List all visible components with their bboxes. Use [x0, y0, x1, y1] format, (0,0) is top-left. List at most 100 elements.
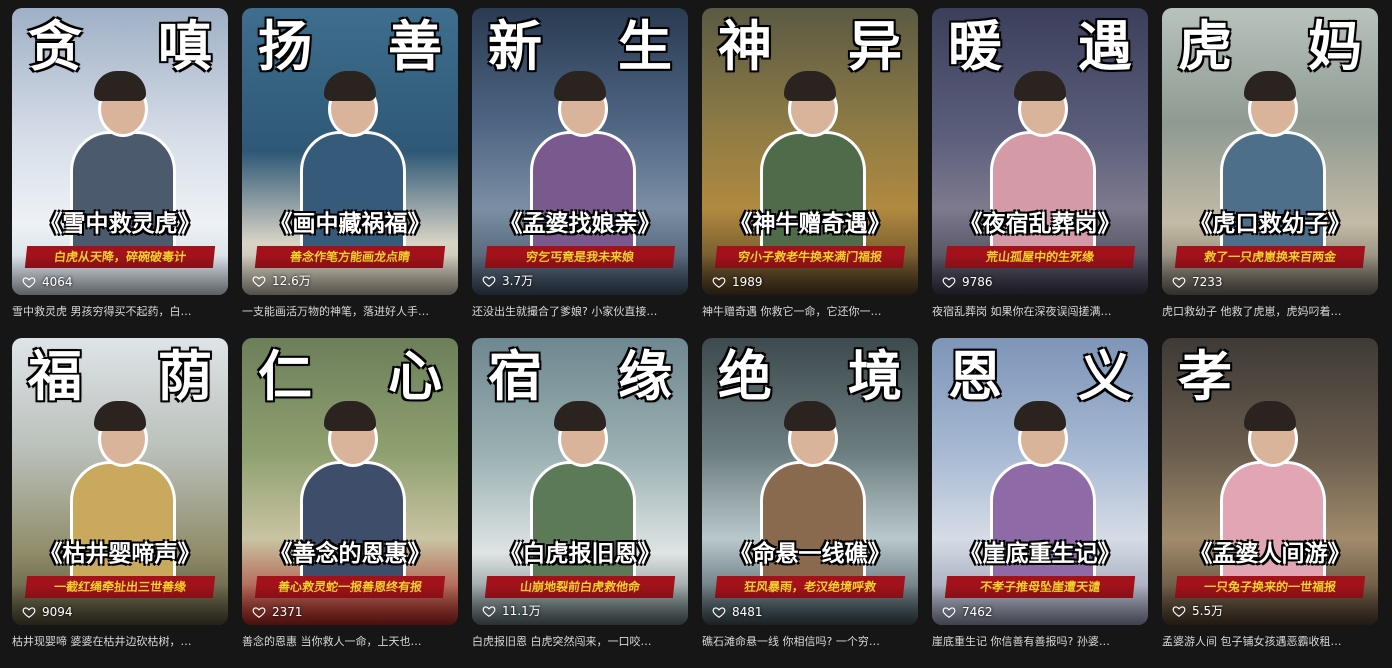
video-thumbnail[interactable]: 孝 《孟婆人间游》 一只兔子换来的一世福报 5.5万: [1162, 338, 1378, 625]
like-count-value: 1989: [732, 275, 763, 289]
video-thumbnail[interactable]: 虎 妈 《虎口救幼子》 救了一只虎崽换来百两金 7233: [1162, 8, 1378, 295]
big-char-left: 暖: [948, 14, 1002, 78]
video-description[interactable]: 善念的恩惠 当你救人一命，上天也…: [242, 634, 458, 650]
big-char-right: 遇: [1078, 14, 1132, 78]
like-count: 1989: [712, 275, 763, 289]
video-thumbnail[interactable]: 神 异 《神牛赠奇遇》 穷小子救老牛换来满门福报 1989: [702, 8, 918, 295]
heart-icon: [22, 277, 36, 288]
heart-icon: [942, 607, 956, 618]
video-description[interactable]: 夜宿乱葬岗 如果你在深夜误闯搓满…: [932, 304, 1148, 320]
video-card[interactable]: 宿 缘 《白虎报旧恩》 山崩地裂前白虎救他命 11.1万 白虎报旧恩 白虎突然闯…: [472, 338, 688, 668]
video-title-overlay: 《夜宿乱葬岗》: [959, 211, 1121, 237]
heart-icon: [252, 607, 266, 618]
big-char-right: 心: [388, 344, 442, 408]
heart-icon: [712, 607, 726, 618]
big-char-right: 嗔: [158, 14, 212, 78]
like-count-value: 5.5万: [1192, 604, 1224, 618]
video-title-overlay: 《雪中救灵虎》: [39, 211, 201, 237]
heart-icon: [1172, 605, 1186, 617]
video-description[interactable]: 枯井现婴啼 婆婆在枯井边砍枯树，…: [12, 634, 228, 650]
big-char-right: 妈: [1308, 14, 1362, 78]
big-char-left: 恩: [948, 344, 1002, 408]
video-card[interactable]: 暖 遇 《夜宿乱葬岗》 荒山孤屋中的生死缘 9786 夜宿乱葬岗 如果你在深夜误…: [932, 8, 1148, 338]
video-title-overlay: 《画中藏祸福》: [269, 211, 431, 237]
video-card[interactable]: 绝 境 《命悬一线礁》 狂风暴雨，老汉绝境呼救 8481 礁石滩命悬一线 你相信…: [702, 338, 918, 668]
video-description[interactable]: 孟婆游人间 包子铺女孩遇恶霸收租…: [1162, 634, 1378, 650]
big-char-left: 仁: [258, 344, 312, 408]
like-count-value: 7233: [1192, 275, 1223, 289]
video-thumbnail[interactable]: 宿 缘 《白虎报旧恩》 山崩地裂前白虎救他命 11.1万: [472, 338, 688, 625]
video-thumbnail[interactable]: 贪 嗔 《雪中救灵虎》 白虎从天降，碎碗破毒计 4064: [12, 8, 228, 295]
big-char-left: 绝: [718, 344, 772, 408]
video-card[interactable]: 贪 嗔 《雪中救灵虎》 白虎从天降，碎碗破毒计 4064 雪中救灵虎 男孩穷得买…: [12, 8, 228, 338]
video-card[interactable]: 福 荫 《枯井婴啼声》 一截红绳牵扯出三世善缘 9094 枯井现婴啼 婆婆在枯井…: [12, 338, 228, 668]
like-count-value: 9786: [962, 275, 993, 289]
heart-icon: [1172, 277, 1186, 288]
video-thumbnail[interactable]: 扬 善 《画中藏祸福》 善念作笔方能画龙点睛 12.6万: [242, 8, 458, 295]
big-char-left: 虎: [1178, 14, 1232, 78]
video-card[interactable]: 新 生 《孟婆找娘亲》 穷乞丐竟是我未来娘 3.7万 还没出生就撮合了爹娘? 小…: [472, 8, 688, 338]
video-card[interactable]: 恩 义 《崖底重生记》 不孝子推母坠崖遭天谴 7462 崖底重生记 你信善有善报…: [932, 338, 1148, 668]
heart-icon: [712, 277, 726, 288]
video-grid: 贪 嗔 《雪中救灵虎》 白虎从天降，碎碗破毒计 4064 雪中救灵虎 男孩穷得买…: [12, 8, 1384, 668]
like-count-value: 11.1万: [502, 604, 541, 618]
video-description[interactable]: 虎口救幼子 他救了虎崽，虎妈叼着…: [1162, 304, 1378, 320]
like-count-value: 12.6万: [272, 274, 311, 288]
video-description[interactable]: 雪中救灵虎 男孩穷得买不起药，白…: [12, 304, 228, 320]
like-count: 8481: [712, 605, 763, 619]
big-char-left: 新: [488, 14, 542, 78]
heart-icon: [22, 607, 36, 618]
big-char-right: 生: [618, 14, 672, 78]
big-char-right: 异: [848, 14, 902, 78]
heart-icon: [482, 275, 496, 287]
video-description[interactable]: 礁石滩命悬一线 你相信吗? 一个穷…: [702, 634, 918, 650]
like-count-value: 8481: [732, 605, 763, 619]
big-char-right: 境: [848, 344, 902, 408]
like-count: 2371: [252, 605, 303, 619]
like-count-value: 4064: [42, 275, 73, 289]
video-card[interactable]: 神 异 《神牛赠奇遇》 穷小子救老牛换来满门福报 1989 神牛赠奇遇 你救它一…: [702, 8, 918, 338]
heart-icon: [942, 277, 956, 288]
video-title-overlay: 《崖底重生记》: [959, 541, 1121, 567]
like-count: 3.7万: [482, 272, 533, 289]
video-card[interactable]: 仁 心 《善念的恩惠》 善心救灵蛇一报善恩终有报 2371 善念的恩惠 当你救人…: [242, 338, 458, 668]
heart-icon: [252, 275, 266, 287]
video-thumbnail[interactable]: 福 荫 《枯井婴啼声》 一截红绳牵扯出三世善缘 9094: [12, 338, 228, 625]
big-char-right: 义: [1078, 344, 1132, 408]
like-count-value: 9094: [42, 605, 73, 619]
like-count: 4064: [22, 275, 73, 289]
like-count-value: 3.7万: [502, 274, 534, 288]
big-char-left: 扬: [258, 14, 312, 78]
big-char-right: 善: [388, 14, 442, 78]
big-char-left: 孝: [1178, 344, 1232, 408]
like-count-value: 7462: [962, 605, 993, 619]
video-description[interactable]: 崖底重生记 你信善有善报吗? 孙婆…: [932, 634, 1148, 650]
like-count-value: 2371: [272, 605, 303, 619]
like-count: 7462: [942, 605, 993, 619]
like-count: 5.5万: [1172, 602, 1223, 619]
video-description[interactable]: 白虎报旧恩 白虎突然闯来，一口咬…: [472, 634, 688, 650]
video-thumbnail[interactable]: 绝 境 《命悬一线礁》 狂风暴雨，老汉绝境呼救 8481: [702, 338, 918, 625]
video-description[interactable]: 还没出生就撮合了爹娘? 小家伙直接…: [472, 304, 688, 320]
big-char-right: 缘: [618, 344, 672, 408]
big-char-left: 福: [28, 344, 82, 408]
video-card[interactable]: 虎 妈 《虎口救幼子》 救了一只虎崽换来百两金 7233 虎口救幼子 他救了虎崽…: [1162, 8, 1378, 338]
big-char-left: 贪: [28, 14, 82, 78]
video-description[interactable]: 一支能画活万物的神笔，落进好人手…: [242, 304, 458, 320]
video-thumbnail[interactable]: 仁 心 《善念的恩惠》 善心救灵蛇一报善恩终有报 2371: [242, 338, 458, 625]
like-count: 9094: [22, 605, 73, 619]
video-description[interactable]: 神牛赠奇遇 你救它一命，它还你一…: [702, 304, 918, 320]
video-title-overlay: 《善念的恩惠》: [269, 541, 431, 567]
video-card[interactable]: 孝 《孟婆人间游》 一只兔子换来的一世福报 5.5万 孟婆游人间 包子铺女孩遇恶…: [1162, 338, 1378, 668]
big-char-right: 荫: [158, 344, 212, 408]
video-card[interactable]: 扬 善 《画中藏祸福》 善念作笔方能画龙点睛 12.6万 一支能画活万物的神笔，…: [242, 8, 458, 338]
video-title-overlay: 《神牛赠奇遇》: [729, 211, 891, 237]
big-char-left: 宿: [488, 344, 542, 408]
video-thumbnail[interactable]: 恩 义 《崖底重生记》 不孝子推母坠崖遭天谴 7462: [932, 338, 1148, 625]
like-count: 12.6万: [252, 272, 311, 289]
video-title-overlay: 《命悬一线礁》: [729, 541, 891, 567]
like-count: 7233: [1172, 275, 1223, 289]
video-thumbnail[interactable]: 新 生 《孟婆找娘亲》 穷乞丐竟是我未来娘 3.7万: [472, 8, 688, 295]
video-thumbnail[interactable]: 暖 遇 《夜宿乱葬岗》 荒山孤屋中的生死缘 9786: [932, 8, 1148, 295]
video-title-overlay: 《孟婆人间游》: [1189, 541, 1351, 567]
